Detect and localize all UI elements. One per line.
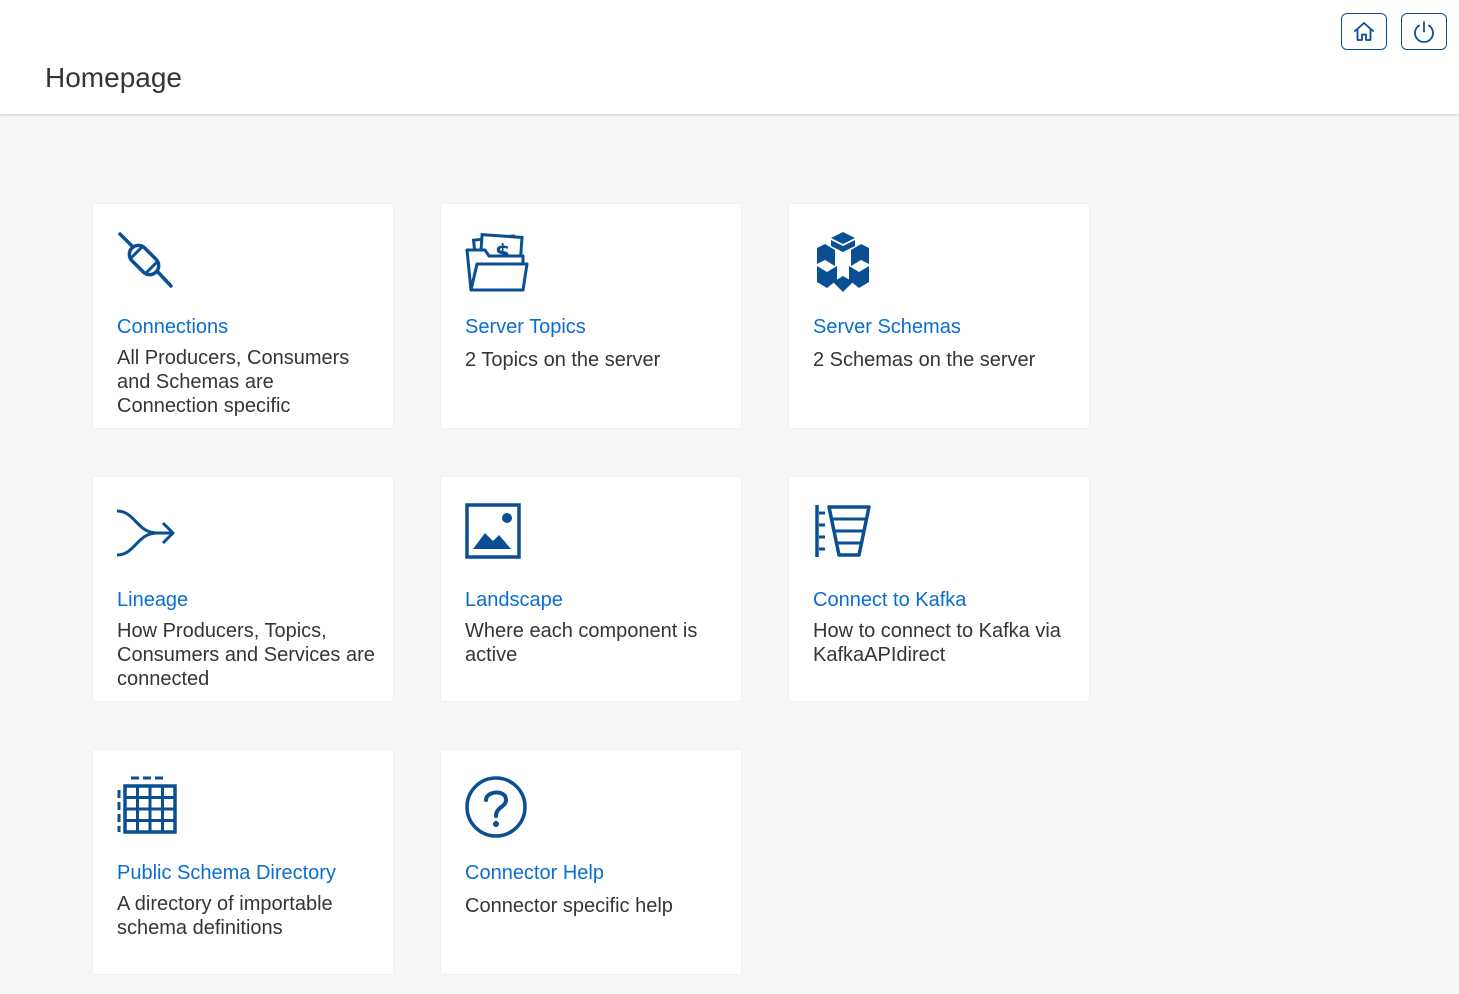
tile-public-schema-directory[interactable]: Public Schema Directory A directory of i… xyxy=(93,750,393,974)
tile-server-schemas[interactable]: Server Schemas 2 Schemas on the server xyxy=(789,204,1089,428)
tile-description: A directory of importable schema definit… xyxy=(117,893,333,939)
tile-title: Connections xyxy=(117,316,229,338)
tile-connections[interactable]: Connections All Producers, Consumers and… xyxy=(93,204,393,428)
tile-lineage[interactable]: Lineage How Producers, Topics, Consumers… xyxy=(93,477,393,701)
tile-connect-to-kafka[interactable]: Connect to Kafka How to connect to Kafka… xyxy=(789,477,1089,701)
home-button[interactable] xyxy=(1341,13,1387,50)
merge-arrow-icon xyxy=(117,509,175,557)
funnel-list-icon xyxy=(815,505,871,557)
page-title: Homepage xyxy=(45,62,182,93)
tile-description: Where each component is active xyxy=(465,620,698,666)
tile-title: Connect to Kafka xyxy=(813,589,967,611)
tile-description: How to connect to Kafka via KafkaAPIdire… xyxy=(813,620,1061,666)
tile-description: Connector specific help xyxy=(465,895,673,917)
table-grid-icon xyxy=(117,776,177,834)
power-button[interactable] xyxy=(1401,13,1447,50)
tile-description: How Producers, Topics, Consumers and Ser… xyxy=(117,620,375,690)
tile-description: 2 Topics on the server xyxy=(465,349,661,371)
home-icon xyxy=(1354,21,1374,41)
tile-title: Server Topics xyxy=(465,316,586,338)
tile-description: 2 Schemas on the server xyxy=(813,349,1036,371)
landscape-image-icon xyxy=(465,503,521,559)
question-mark-icon xyxy=(465,776,527,838)
tile-landscape[interactable]: Landscape Where each component is active xyxy=(441,477,741,701)
tile-server-topics[interactable]: $ Server Topics 2 Topics on the server xyxy=(441,204,741,428)
shell-header: Homepage xyxy=(0,0,1459,114)
tile-connector-help[interactable]: Connector Help Connector specific help xyxy=(441,750,741,974)
tile-description: All Producers, Consumers and Schemas are… xyxy=(117,347,350,417)
hexagon-cubes-icon xyxy=(817,232,869,292)
connection-icon xyxy=(118,232,173,288)
tile-title: Lineage xyxy=(117,589,189,611)
tile-title: Connector Help xyxy=(465,862,604,884)
tile-title: Landscape xyxy=(465,589,563,611)
folder-money-icon: $ xyxy=(465,233,529,292)
power-icon xyxy=(1414,20,1434,43)
tile-title: Server Schemas xyxy=(813,316,961,338)
tile-title: Public Schema Directory xyxy=(117,862,336,884)
